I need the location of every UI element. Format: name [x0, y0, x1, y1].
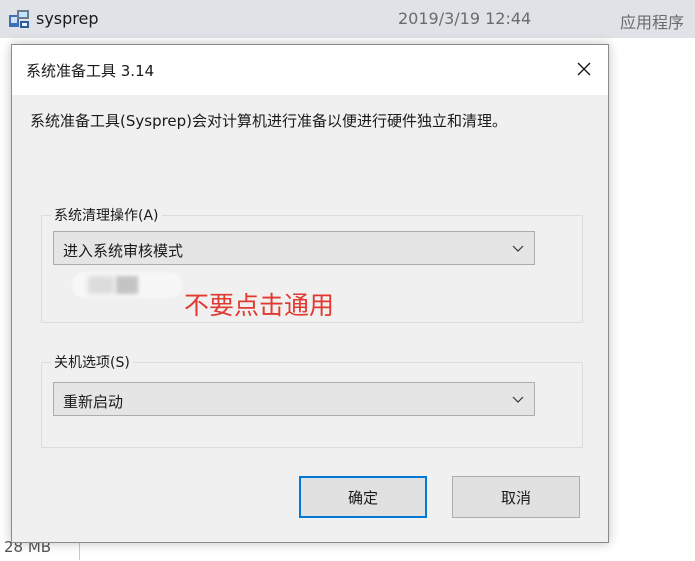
cleanup-action-select[interactable]: 进入系统审核模式	[53, 231, 535, 265]
blurred-checkbox	[72, 272, 182, 298]
chevron-down-icon	[512, 396, 524, 403]
sysprep-dialog: 系统准备工具 3.14 系统准备工具(Sysprep)会对计算机进行准备以便进行…	[11, 44, 609, 543]
annotation-text: 不要点击通用	[184, 291, 335, 320]
explorer-file-row[interactable]: sysprep 2019/3/19 12:44 应用程序	[0, 0, 695, 38]
cleanup-action-label: 系统清理操作(A)	[51, 205, 162, 225]
shutdown-options-label: 关机选项(S)	[51, 352, 133, 372]
dialog-description: 系统准备工具(Sysprep)会对计算机进行准备以便进行硬件独立和清理。	[30, 112, 508, 130]
cancel-button[interactable]: 取消	[452, 476, 580, 518]
file-date: 2019/3/19 12:44	[398, 9, 532, 28]
cleanup-action-group: 系统清理操作(A) 进入系统审核模式 不要点击通用	[41, 205, 583, 323]
shutdown-options-group: 关机选项(S) 重新启动	[41, 352, 583, 448]
file-type: 应用程序	[620, 13, 685, 32]
chevron-down-icon	[512, 245, 524, 252]
shutdown-options-value: 重新启动	[63, 393, 124, 411]
dialog-title: 系统准备工具 3.14	[26, 62, 155, 80]
cleanup-action-value: 进入系统审核模式	[63, 242, 184, 260]
dialog-titlebar[interactable]: 系统准备工具 3.14	[12, 45, 608, 95]
application-file-icon	[9, 10, 29, 28]
close-icon	[577, 62, 591, 76]
column-divider	[79, 540, 80, 560]
ok-button[interactable]: 确定	[299, 476, 427, 518]
screen: sysprep 2019/3/19 12:44 应用程序 28 MB 系统准备工…	[0, 0, 695, 561]
file-name: sysprep	[36, 9, 99, 28]
shutdown-options-select[interactable]: 重新启动	[53, 382, 535, 416]
close-button[interactable]	[564, 49, 604, 89]
